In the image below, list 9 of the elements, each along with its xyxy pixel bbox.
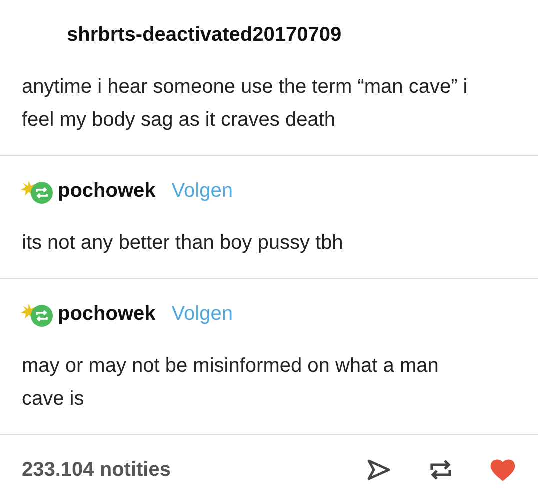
post-text: may or may not be misinformed on what a man cave is xyxy=(22,354,440,412)
send-icon[interactable] xyxy=(366,457,392,483)
notes-count[interactable]: 233.104 notities xyxy=(22,458,366,482)
post-text: its not any better than boy pussy tbh xyxy=(22,231,344,256)
username[interactable]: pochowek xyxy=(58,302,156,326)
post-text: anytime i hear someone use the term “man cave” i feel my body sag as it craves death xyxy=(22,75,469,133)
username[interactable]: pochowek xyxy=(58,180,156,202)
username[interactable]: shrbrts-deactivated20170709 xyxy=(67,24,342,46)
heart-icon[interactable] xyxy=(490,457,516,483)
